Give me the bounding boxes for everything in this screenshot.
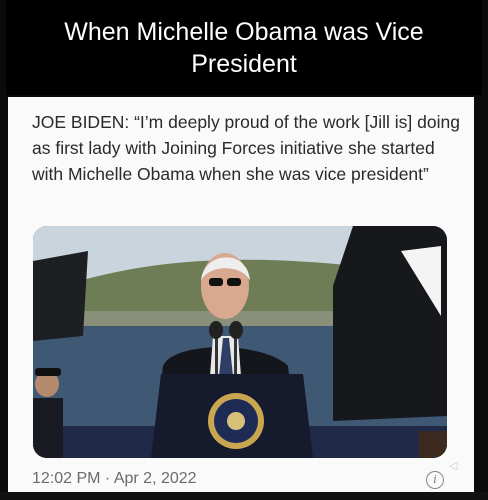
left-sail <box>33 251 88 341</box>
officer-cap <box>35 368 61 376</box>
bystander <box>419 431 447 458</box>
speech-photo <box>33 226 447 458</box>
mic-left <box>209 321 223 339</box>
mic-right <box>229 321 243 339</box>
sound-icon: ◁ <box>449 460 458 472</box>
tweet-timestamp[interactable]: 12:02 PM · Apr 2, 2022 <box>32 470 197 488</box>
sunglasses-left <box>209 278 223 286</box>
tweet-card[interactable]: JOE BIDEN: “I’m deeply proud of the work… <box>8 97 474 500</box>
seal-eagle <box>227 412 245 430</box>
meme-caption-header: When Michelle Obama was Vice President <box>6 0 482 95</box>
tweet-text: JOE BIDEN: “I’m deeply proud of the work… <box>32 112 460 184</box>
tweet-media-image[interactable] <box>33 226 447 458</box>
sunglasses-right <box>227 278 241 286</box>
officer-uniform <box>33 398 63 458</box>
meme-caption-title: When Michelle Obama was Vice President <box>64 17 424 78</box>
info-icon[interactable]: i <box>426 471 444 489</box>
bottom-edge <box>0 492 488 500</box>
